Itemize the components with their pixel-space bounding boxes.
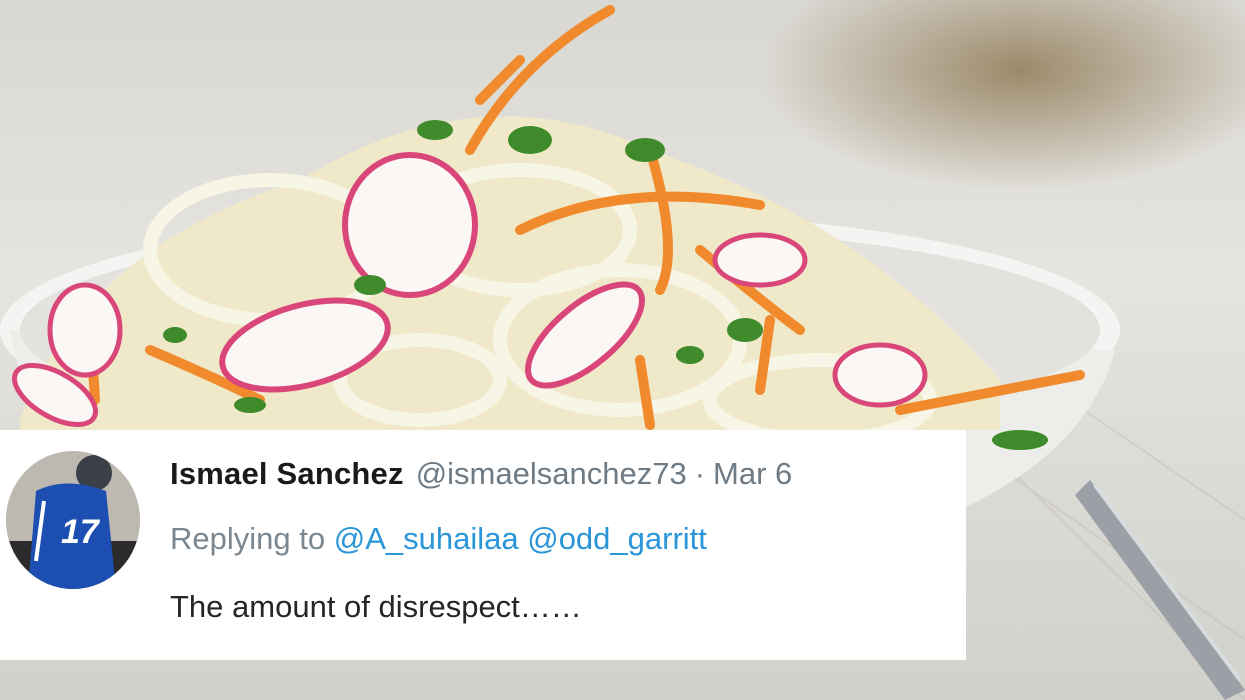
tweet-header: Ismael Sanchez @ismaelsanchez73 · Mar 6 bbox=[170, 452, 792, 496]
replying-to-label: Replying to bbox=[170, 521, 326, 556]
replying-to-line: Replying to @A_suhailaa @odd_garritt bbox=[170, 521, 707, 557]
user-handle[interactable]: @ismaelsanchez73 bbox=[416, 456, 687, 492]
mention-link[interactable]: @odd_garritt bbox=[527, 521, 707, 556]
separator: · bbox=[694, 456, 706, 491]
mention-link[interactable]: @A_suhailaa bbox=[334, 521, 519, 556]
football-player-icon: 17 bbox=[6, 451, 140, 589]
tweet-text: The amount of disrespect…… bbox=[170, 589, 582, 624]
avatar[interactable]: 17 bbox=[6, 451, 140, 589]
svg-text:17: 17 bbox=[61, 513, 101, 551]
display-name[interactable]: Ismael Sanchez bbox=[170, 456, 404, 492]
tweet-date[interactable]: Mar 6 bbox=[713, 456, 792, 492]
